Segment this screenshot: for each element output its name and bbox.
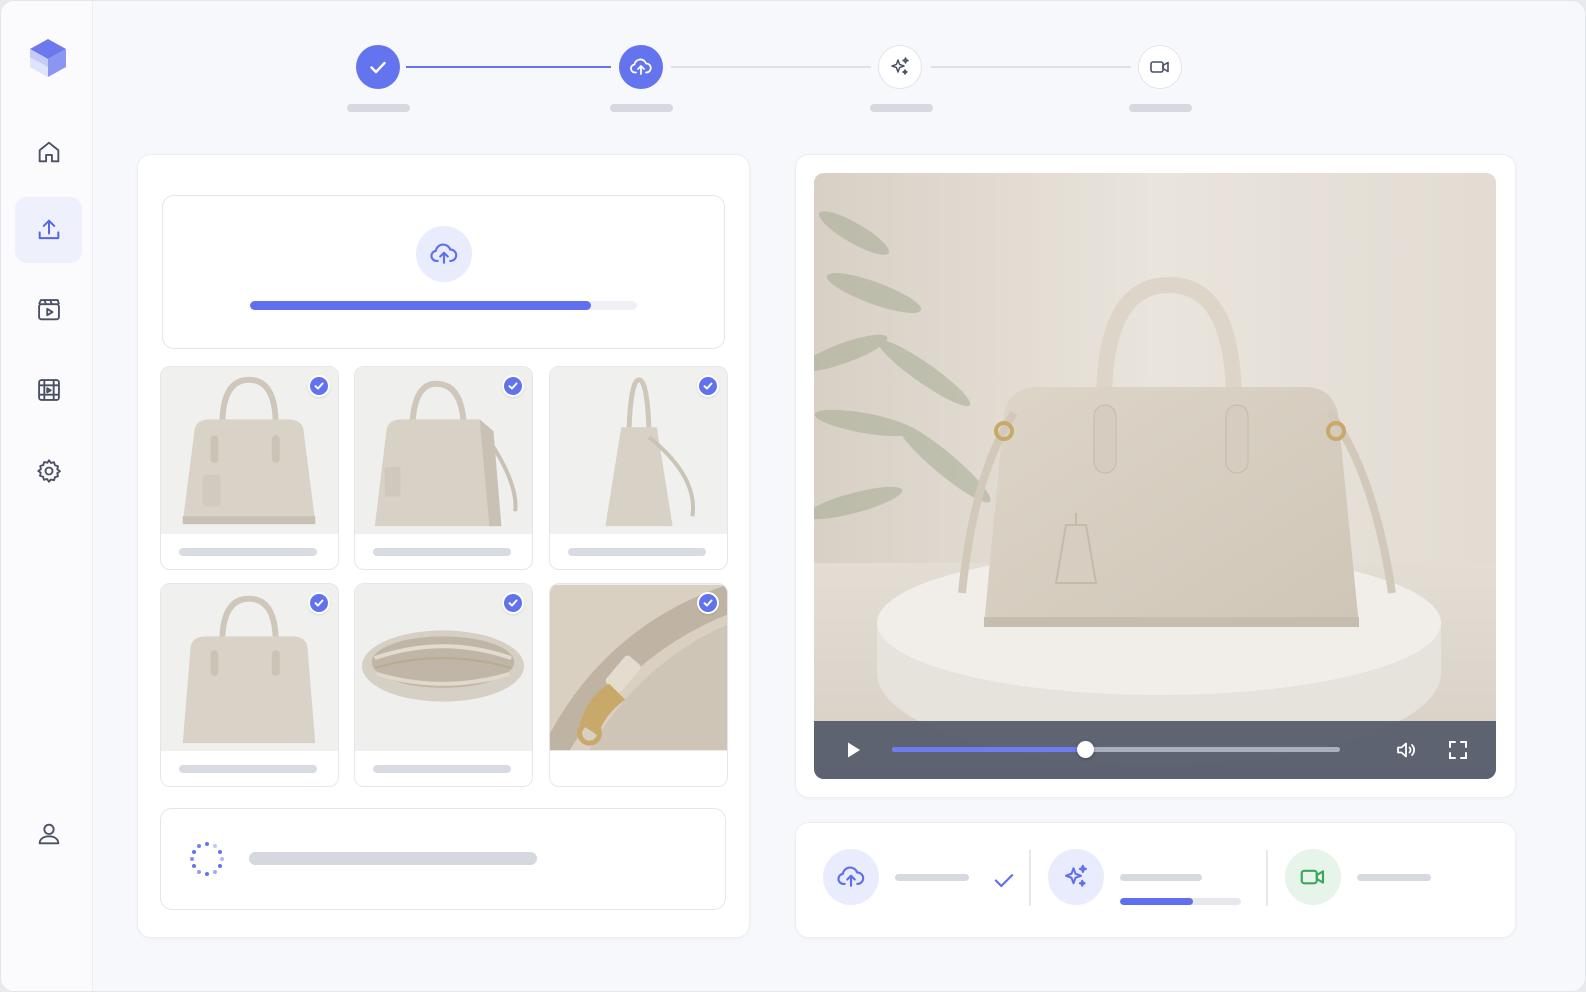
app-window bbox=[0, 0, 1586, 992]
check-icon bbox=[314, 382, 324, 390]
user-icon bbox=[38, 823, 59, 845]
selected-check-badge[interactable] bbox=[502, 592, 524, 614]
stage-video-label bbox=[1357, 874, 1431, 881]
stage-generate-label bbox=[1120, 874, 1202, 881]
step-2-upload[interactable] bbox=[619, 45, 663, 89]
sidebar bbox=[1, 1, 93, 991]
video-camera-icon bbox=[1300, 869, 1325, 885]
thumb-caption bbox=[179, 765, 317, 773]
check-icon bbox=[703, 382, 713, 390]
fullscreen-icon[interactable] bbox=[1446, 738, 1470, 762]
image-thumb-front-plain[interactable] bbox=[160, 583, 339, 787]
selected-check-badge[interactable] bbox=[697, 592, 719, 614]
check-icon bbox=[508, 599, 518, 607]
stage-upload-label bbox=[895, 874, 969, 881]
cloud-upload-icon bbox=[430, 243, 458, 264]
video-library-icon bbox=[37, 299, 60, 321]
play-icon[interactable] bbox=[841, 738, 865, 762]
film-grid-icon bbox=[37, 379, 60, 401]
step-3-label bbox=[870, 104, 933, 112]
seek-bar-progress bbox=[892, 747, 1085, 752]
status-text-placeholder bbox=[249, 852, 537, 865]
home-icon bbox=[38, 141, 59, 163]
step-1-done[interactable] bbox=[356, 45, 400, 89]
check-icon bbox=[703, 599, 713, 607]
sidebar-item-settings[interactable] bbox=[15, 438, 82, 504]
selected-check-badge[interactable] bbox=[502, 375, 524, 397]
upload-progress-bar bbox=[250, 301, 637, 310]
image-thumb-front[interactable] bbox=[160, 366, 339, 570]
seek-handle[interactable] bbox=[1076, 741, 1094, 758]
thumb-caption bbox=[373, 548, 511, 556]
sparkles-icon bbox=[891, 57, 909, 75]
sidebar-item-home[interactable] bbox=[15, 119, 82, 185]
image-thumb-three-quarter[interactable] bbox=[354, 366, 533, 570]
video-preview[interactable] bbox=[814, 173, 1496, 779]
image-thumb-side[interactable] bbox=[549, 366, 728, 570]
thumb-caption bbox=[179, 548, 317, 556]
image-thumb-detail[interactable] bbox=[549, 583, 728, 787]
check-icon bbox=[314, 599, 324, 607]
sidebar-item-videos[interactable] bbox=[15, 277, 82, 343]
stage-divider bbox=[1266, 850, 1268, 906]
check-icon bbox=[994, 874, 1014, 888]
selected-check-badge[interactable] bbox=[697, 375, 719, 397]
check-icon bbox=[508, 382, 518, 390]
step-4-video[interactable] bbox=[1138, 45, 1182, 89]
video-controls-bar bbox=[814, 721, 1496, 779]
profile-button[interactable] bbox=[15, 801, 82, 867]
stage-generate-progress-bar bbox=[1120, 898, 1241, 905]
volume-icon[interactable] bbox=[1394, 738, 1418, 762]
sparkles-icon bbox=[1065, 864, 1087, 887]
product-video-frame bbox=[814, 173, 1496, 779]
upload-progress-fill bbox=[250, 301, 591, 310]
step-connector bbox=[671, 66, 871, 68]
stage-generate-progress-fill bbox=[1120, 898, 1193, 905]
gear-icon bbox=[36, 459, 61, 483]
stage-upload-icon bbox=[823, 849, 879, 905]
step-connector bbox=[931, 66, 1131, 68]
stage-generate-icon bbox=[1048, 849, 1104, 905]
video-camera-icon bbox=[1150, 61, 1169, 73]
upload-icon bbox=[38, 219, 59, 240]
loading-spinner-icon bbox=[190, 842, 224, 876]
step-2-label bbox=[610, 104, 673, 112]
step-connector bbox=[406, 66, 611, 68]
sidebar-item-storyboard[interactable] bbox=[15, 357, 82, 423]
stage-video-icon bbox=[1285, 849, 1341, 905]
check-icon bbox=[370, 61, 386, 74]
cloud-upload-icon bbox=[630, 58, 652, 75]
image-thumb-top[interactable] bbox=[354, 583, 533, 787]
seek-bar[interactable] bbox=[892, 741, 1340, 758]
thumb-caption bbox=[568, 548, 706, 556]
step-4-label bbox=[1129, 104, 1192, 112]
sidebar-item-upload[interactable] bbox=[15, 197, 82, 263]
cube-logo-icon[interactable] bbox=[28, 37, 68, 79]
dropzone-upload-button[interactable] bbox=[416, 226, 472, 282]
thumb-caption bbox=[373, 765, 511, 773]
cloud-upload-icon bbox=[837, 866, 865, 887]
step-1-label bbox=[347, 104, 410, 112]
stage-divider bbox=[1029, 850, 1031, 906]
step-3-generate[interactable] bbox=[878, 45, 922, 89]
selected-check-badge[interactable] bbox=[308, 375, 330, 397]
selected-check-badge[interactable] bbox=[308, 592, 330, 614]
